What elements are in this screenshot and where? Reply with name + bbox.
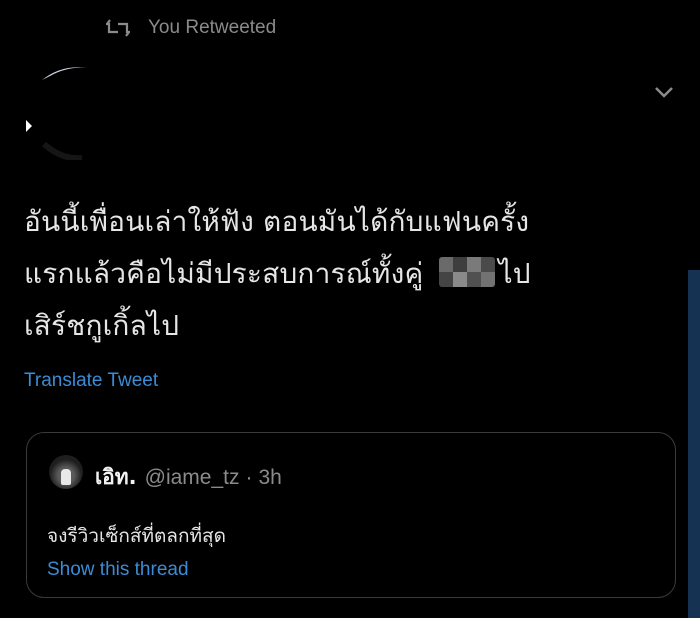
- scrollbar[interactable]: [688, 270, 700, 618]
- retweet-context: You Retweeted: [106, 14, 276, 42]
- chevron-down-icon[interactable]: [650, 78, 678, 106]
- retweet-icon: [106, 19, 130, 37]
- tweet-screen: You Retweeted อันนี้เพื่อนเล่าให้ฟัง ตอน…: [0, 0, 700, 618]
- quoted-author-avatar[interactable]: [49, 455, 83, 489]
- quoted-author-handle[interactable]: @iame_tz: [145, 466, 240, 490]
- quoted-tweet-card[interactable]: เอิท. @iame_tz · 3h จงรีวิวเซ็กส์ที่ตลกท…: [26, 432, 676, 598]
- tweet-text: อันนี้เพื่อนเล่าให้ฟัง ตอนมันได้กับแฟนคร…: [24, 196, 664, 352]
- tweet-line-3: เสิร์ชกูเกิ้ลไป: [24, 309, 180, 342]
- translate-tweet-link[interactable]: Translate Tweet: [24, 370, 158, 392]
- quoted-tweet-time[interactable]: 3h: [258, 466, 281, 490]
- retweet-label: You Retweeted: [148, 17, 277, 38]
- quoted-author-name[interactable]: เอิท.: [95, 461, 137, 494]
- quoted-tweet-header: เอิท. @iame_tz · 3h: [95, 461, 282, 494]
- tweet-line-2-tail: ไป: [498, 257, 531, 290]
- tweet-line-2: แรกแล้วคือไม่มีประสบการณ์ทั้งคู่ ไป: [24, 248, 664, 300]
- tweet-line-1: อันนี้เพื่อนเล่าให้ฟัง ตอนมันได้กับแฟนคร…: [24, 205, 530, 238]
- separator-dot: ·: [245, 466, 253, 489]
- censored-word-blur: [438, 257, 495, 287]
- tweet-line-2-text: แรกแล้วคือไม่มีประสบการณ์ทั้งคู่: [24, 257, 424, 290]
- quoted-tweet-text: จงรีวิวเซ็กส์ที่ตลกที่สุด: [47, 525, 226, 547]
- author-avatar[interactable]: [22, 60, 100, 160]
- show-thread-link[interactable]: Show this thread: [47, 559, 189, 581]
- avatar-figure: [61, 469, 71, 485]
